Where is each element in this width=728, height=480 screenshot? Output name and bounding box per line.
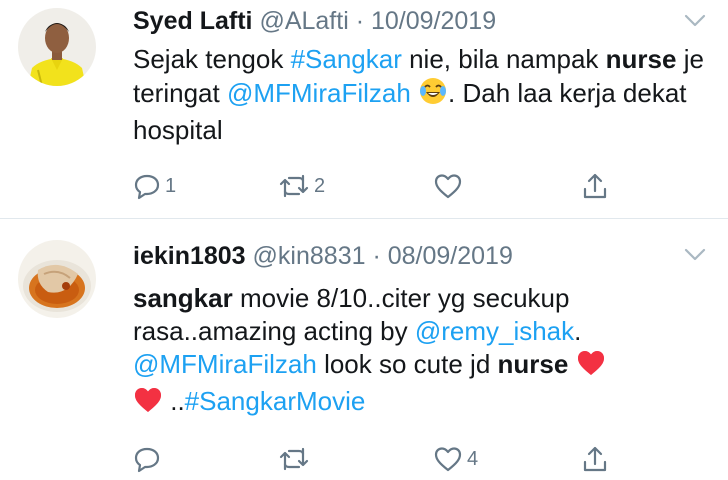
bold-keyword: nurse — [605, 44, 677, 74]
user-handle[interactable]: @ALafti — [259, 7, 348, 35]
retweet-icon — [279, 174, 309, 198]
red-heart-emoji-icon — [133, 386, 163, 422]
retweet-icon — [279, 447, 309, 471]
reply-icon — [134, 174, 160, 200]
mention-link[interactable]: @MFMiraFilzah — [227, 78, 411, 108]
like-button[interactable]: 4 — [433, 444, 478, 474]
tweet-date[interactable]: 10/09/2019 — [371, 7, 496, 35]
tweet-text: Sejak tengok #Sangkar nie, bila nampak n… — [133, 43, 713, 147]
tweet-header: iekin1803 @kin8831 · 08/09/2019 — [133, 240, 513, 272]
display-name[interactable]: iekin1803 — [133, 242, 246, 270]
like-count: 4 — [467, 447, 479, 470]
retweet-count: 2 — [314, 174, 326, 197]
avatar[interactable] — [18, 240, 96, 318]
share-icon — [583, 173, 607, 199]
heart-icon — [434, 174, 462, 199]
text-segment: . — [574, 316, 582, 346]
retweet-button[interactable]: 2 — [278, 171, 325, 201]
user-handle[interactable]: @kin8831 — [253, 242, 366, 270]
bold-keyword: nurse — [497, 349, 569, 379]
text-segment: .. — [163, 386, 185, 416]
reply-count: 1 — [165, 174, 177, 197]
reply-button[interactable]: 1 — [133, 171, 176, 201]
tweet-actions: 1 2 — [133, 171, 633, 201]
mention-link[interactable]: @MFMiraFilzah — [133, 349, 317, 379]
tweet[interactable]: Syed Lafti @ALafti · 10/09/2019 Sejak te… — [0, 0, 728, 219]
tweet-date[interactable]: 08/09/2019 — [388, 242, 513, 270]
red-heart-emoji-icon — [576, 349, 606, 385]
reply-icon — [134, 447, 160, 473]
share-button[interactable] — [581, 171, 609, 201]
heart-icon — [434, 447, 462, 472]
hashtag-link[interactable]: #SangkarMovie — [185, 386, 366, 416]
text-segment: look so cute jd — [316, 349, 498, 379]
separator-dot: · — [355, 7, 365, 35]
chevron-down-icon[interactable] — [684, 248, 706, 262]
text-segment: nie, bila nampak — [401, 44, 599, 74]
tweet-text: sangkar movie 8/10..citer yg secukup ras… — [133, 282, 713, 422]
separator-dot: · — [372, 242, 381, 270]
share-button[interactable] — [581, 444, 609, 474]
avatar[interactable] — [18, 8, 96, 86]
chevron-down-icon[interactable] — [684, 14, 706, 28]
bold-keyword: sangkar — [133, 283, 233, 313]
tweet[interactable]: iekin1803 @kin8831 · 08/09/2019 sangkar … — [0, 220, 728, 480]
reply-button[interactable] — [133, 444, 165, 474]
like-button[interactable] — [433, 171, 467, 201]
tweet-header: Syed Lafti @ALafti · 10/09/2019 — [133, 5, 496, 37]
tweet-actions: 4 — [133, 444, 633, 474]
text-segment: Sejak tengok — [133, 44, 291, 74]
retweet-button[interactable] — [278, 444, 314, 474]
mention-link[interactable]: @remy_ishak — [415, 316, 574, 346]
share-icon — [583, 446, 607, 472]
display-name[interactable]: Syed Lafti — [133, 7, 252, 35]
hashtag-link[interactable]: #Sangkar — [291, 44, 402, 74]
tears-of-joy-emoji-icon — [418, 76, 448, 114]
